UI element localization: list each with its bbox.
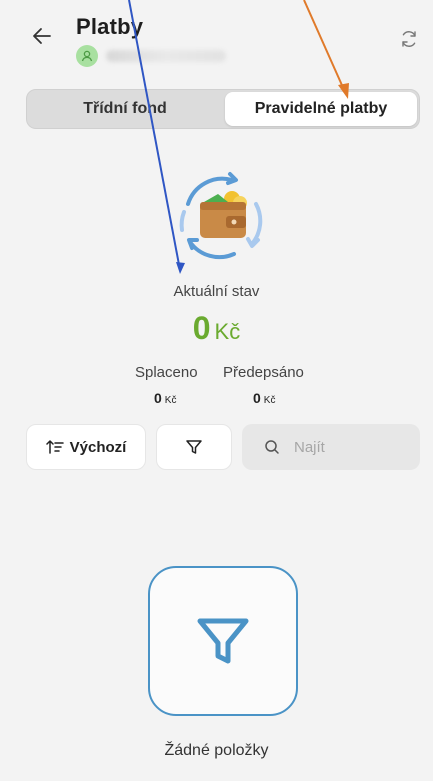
sort-label: Výchozí [69,438,127,456]
paid-value: 0 Kč [154,390,176,406]
annotation-arrow-orange [303,0,346,93]
filter-icon [186,440,202,454]
tab-switcher: Třídní fond Pravidelné platby [26,89,420,129]
arrow-left-icon [33,28,51,44]
status-label: Aktuální stav [173,283,260,300]
wallet-icon [179,172,263,260]
status-amount-value: 0 [192,310,211,346]
paid-amount: 0 [154,390,162,406]
paid-currency: Kč [164,395,177,406]
wallet-cycle-illustration [170,166,270,266]
back-button[interactable] [30,24,54,48]
tab-pravidelne-platby[interactable]: Pravidelné platby [225,92,417,126]
sort-icon [45,440,64,454]
paid-label: Splaceno [135,364,198,381]
prescribed-amount: 0 [253,390,261,406]
page-title: Platby [76,14,144,39]
empty-state-label: Žádné položky [164,742,269,759]
search-icon [265,440,279,454]
filter-button[interactable] [156,424,232,470]
search-box [242,424,420,470]
person-icon [81,50,93,62]
filter-large-icon [197,618,249,664]
search-input[interactable] [292,437,406,457]
redacted-name [106,50,226,62]
avatar [76,45,98,67]
prescribed-value: 0 Kč [253,390,275,406]
sort-button[interactable]: Výchozí [26,424,146,470]
refresh-icon [402,31,416,47]
group-subtitle [76,44,226,68]
prescribed-currency: Kč [263,395,276,406]
empty-state-icon-box [148,566,298,716]
status-amount: 0 Kč [0,310,433,347]
tab-tridni-fond[interactable]: Třídní fond [27,90,223,128]
refresh-button[interactable] [398,28,420,50]
prescribed-label: Předepsáno [223,364,304,381]
status-amount-currency: Kč [214,319,241,344]
